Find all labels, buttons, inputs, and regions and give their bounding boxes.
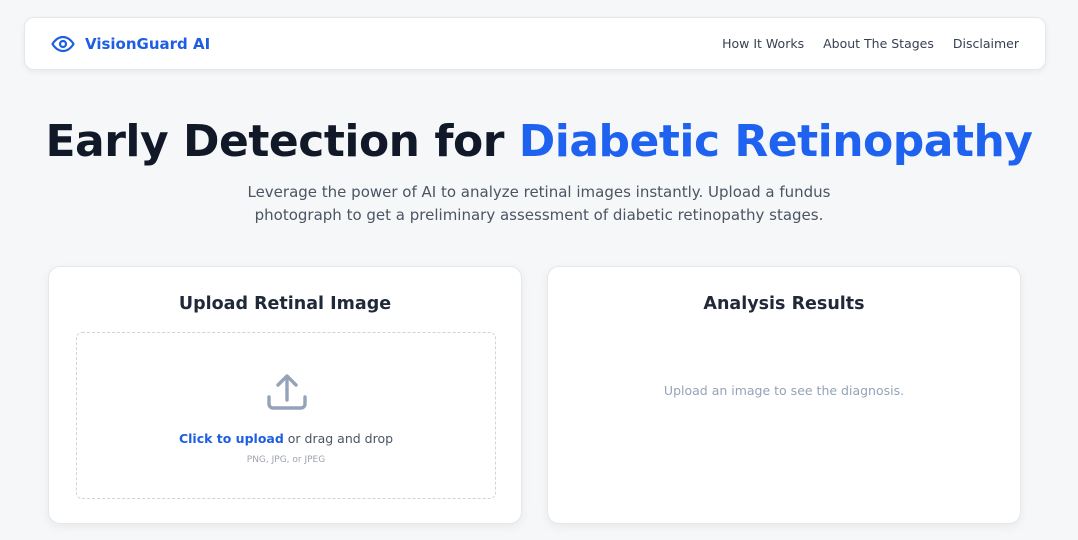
upload-card: Upload Retinal Image Click to upload or … <box>48 266 522 524</box>
nav-links: How It Works About The Stages Disclaimer <box>722 36 1019 51</box>
hero-title-accent: Diabetic Retinopathy <box>518 116 1033 167</box>
results-card: Analysis Results Upload an image to see … <box>547 266 1021 524</box>
nav-link-how-it-works[interactable]: How It Works <box>722 36 804 51</box>
top-navbar: VisionGuard AI How It Works About The St… <box>24 17 1046 70</box>
nav-link-about-the-stages[interactable]: About The Stages <box>823 36 934 51</box>
hero-title: Early Detection for Diabetic Retinopathy <box>0 116 1078 167</box>
file-type-hint: PNG, JPG, or JPEG <box>246 455 326 465</box>
results-card-title: Analysis Results <box>703 294 865 314</box>
nav-link-disclaimer[interactable]: Disclaimer <box>953 36 1019 51</box>
brand[interactable]: VisionGuard AI <box>51 32 210 56</box>
upload-icon <box>265 370 309 414</box>
hero-subtitle: Leverage the power of AI to analyze reti… <box>247 183 831 224</box>
upload-card-title: Upload Retinal Image <box>178 294 392 314</box>
upload-dropzone[interactable]: Click to upload or drag and drop PNG, JP… <box>76 332 496 499</box>
brand-name: VisionGuard AI <box>85 34 211 53</box>
eye-icon <box>51 32 75 56</box>
results-placeholder: Upload an image to see the diagnosis. <box>663 383 905 398</box>
drag-drop-text: or drag and drop <box>283 431 394 446</box>
upload-instructions: Click to upload or drag and drop <box>77 431 495 446</box>
click-to-upload-link[interactable]: Click to upload <box>179 431 284 446</box>
hero-title-main: Early Detection for <box>45 116 519 167</box>
